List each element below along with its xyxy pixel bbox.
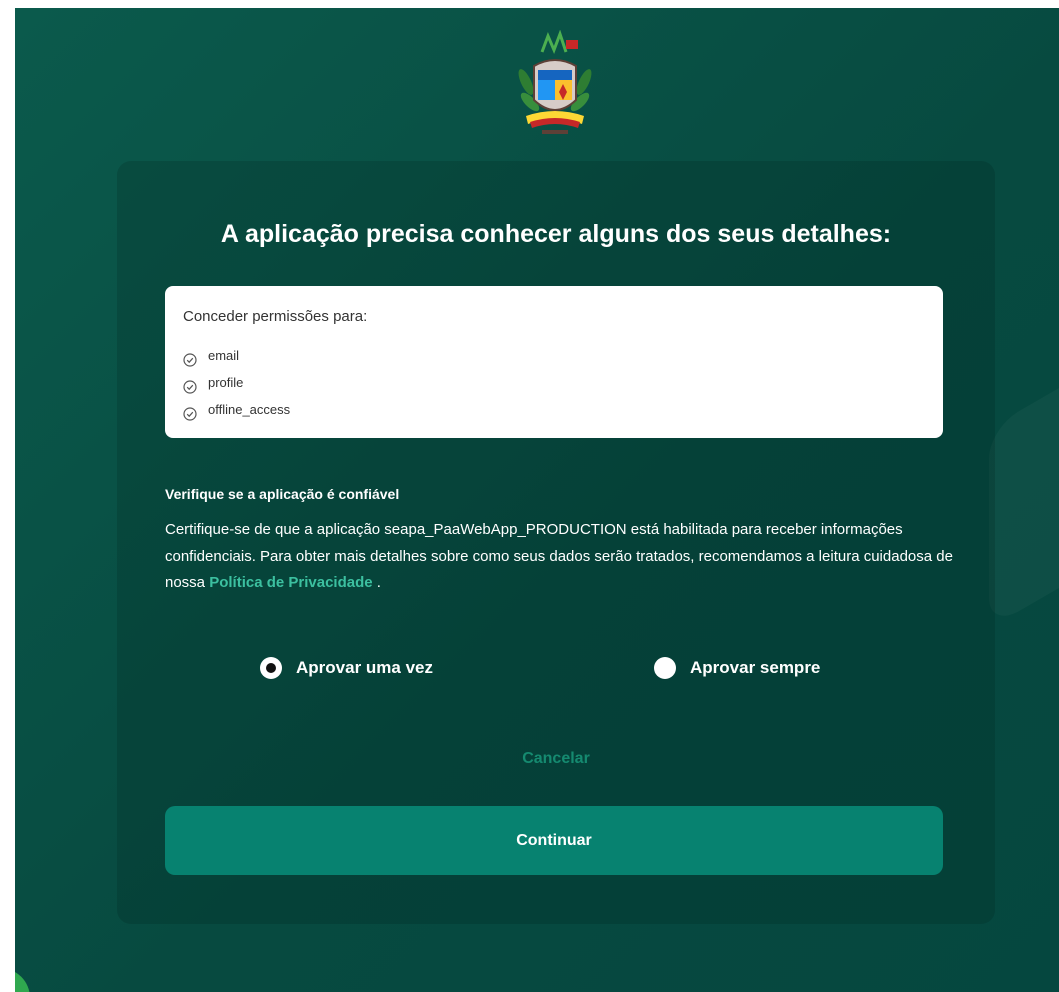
approve-always-label: Aprovar sempre <box>690 658 821 677</box>
permissions-list: email profile offline_access <box>183 342 290 423</box>
permission-item-email: email <box>183 342 290 369</box>
check-circle-icon <box>183 376 197 394</box>
permission-label: offline_access <box>208 402 291 417</box>
privacy-policy-link[interactable]: Política de Privacidade <box>209 574 372 591</box>
page-title: A aplicação precisa conhecer alguns dos … <box>220 220 892 248</box>
verify-text-end: . <box>372 574 381 591</box>
decorative-shape <box>989 348 1059 629</box>
continue-button[interactable]: Continuar <box>165 806 943 875</box>
coat-of-arms-icon <box>512 29 598 140</box>
approve-once-radio[interactable] <box>260 657 282 679</box>
approve-always-option[interactable]: Aprovar sempre <box>654 657 820 679</box>
approve-once-label: Aprovar uma vez <box>296 658 433 677</box>
consent-page: A aplicação precisa conhecer alguns dos … <box>15 8 1059 992</box>
check-circle-icon <box>183 349 197 367</box>
decorative-shape <box>15 968 30 992</box>
permissions-title: Conceder permissões para: <box>183 308 368 325</box>
approve-always-radio[interactable] <box>654 657 676 679</box>
approve-once-option[interactable]: Aprovar uma vez <box>260 657 433 679</box>
permission-item-profile: profile <box>183 369 290 396</box>
check-circle-icon <box>183 403 197 421</box>
permission-item-offline-access: offline_access <box>183 396 290 423</box>
permission-label: profile <box>208 375 244 390</box>
consent-card: A aplicação precisa conhecer alguns dos … <box>117 161 995 924</box>
verify-title: Verifique se a aplicação é confiável <box>165 486 400 502</box>
cancel-button[interactable]: Cancelar <box>117 750 995 768</box>
permission-label: email <box>208 348 240 363</box>
permissions-box: Conceder permissões para: email profile <box>165 286 943 438</box>
verify-text: Certifique-se de que a aplicação seapa_P… <box>165 517 955 597</box>
